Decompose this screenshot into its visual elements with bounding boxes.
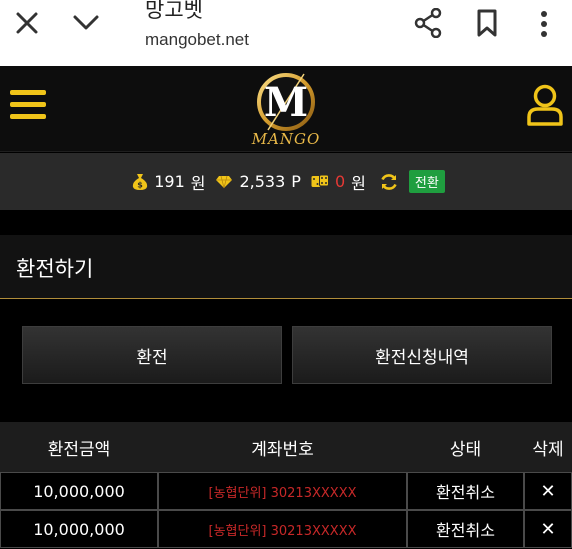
header-amount: 환전금액 <box>47 439 111 460</box>
section-header: 환전하기 <box>0 235 572 299</box>
exchange-button[interactable]: 환전 <box>22 326 282 384</box>
money-unit: 원 <box>190 173 206 193</box>
casino-unit: 원 <box>351 173 366 193</box>
diamond-icon <box>216 175 233 188</box>
casino-value: 0 <box>334 172 346 191</box>
money-balance: $ 191 원 <box>132 170 205 194</box>
browser-toolbar: 망고벳 mangobet.net <box>0 0 572 66</box>
point-value: 2,533 <box>239 172 286 191</box>
logo-text: MANGO <box>251 130 321 148</box>
casino-balance: 0 원 <box>311 170 366 194</box>
page-title: 환전하기 <box>16 257 94 281</box>
share-icon[interactable] <box>414 8 442 38</box>
more-vert-icon[interactable] <box>538 10 550 38</box>
convert-button[interactable]: 전환 <box>408 170 445 193</box>
amount-cell: 10,000,000 <box>0 472 158 510</box>
refresh-icon[interactable] <box>379 172 399 192</box>
status-cell: 환전취소 <box>407 510 524 548</box>
mango-logo[interactable]: M MANGO <box>244 68 328 152</box>
delete-icon[interactable]: ✕ <box>524 510 572 548</box>
point-unit: P <box>291 172 301 191</box>
user-icon[interactable] <box>526 84 564 126</box>
exchange-table: 환전금액 계좌번호 상태 삭제 10,000,000 [농협단위] 30213X… <box>0 422 572 548</box>
exchange-history-button[interactable]: 환전신청내역 <box>292 326 552 384</box>
money-value: 191 <box>154 172 185 191</box>
header-account: 계좌번호 <box>251 439 314 460</box>
account-cell: [농협단위] 30213XXXXX <box>158 472 407 510</box>
header-delete: 삭제 <box>532 439 564 460</box>
browser-url[interactable]: mangobet.net <box>145 30 249 50</box>
delete-icon[interactable]: ✕ <box>524 472 572 510</box>
header-status: 상태 <box>449 439 482 460</box>
chevron-down-icon[interactable] <box>72 12 100 34</box>
browser-page-title: 망고벳 <box>145 0 203 22</box>
menu-icon[interactable] <box>10 90 46 122</box>
point-balance: 2,533 P <box>215 172 301 191</box>
amount-cell: 10,000,000 <box>0 510 158 548</box>
balance-bar: $ 191 원 2,533 P 0 원 전환 <box>0 153 572 210</box>
table-row: 10,000,000 [농협단위] 30213XXXXX 환전취소 ✕ <box>0 510 572 548</box>
dice-icon <box>311 174 329 187</box>
site-header: M MANGO <box>0 66 572 152</box>
table-header: 환전금액 계좌번호 상태 삭제 <box>0 422 572 472</box>
close-icon[interactable] <box>14 10 40 36</box>
account-cell: [농협단위] 30213XXXXX <box>158 510 407 548</box>
svg-text:$: $ <box>137 180 143 189</box>
status-cell: 환전취소 <box>407 472 524 510</box>
money-bag-icon: $ <box>133 173 148 190</box>
logo-emblem-icon: M <box>257 73 315 131</box>
table-row: 10,000,000 [농협단위] 30213XXXXX 환전취소 ✕ <box>0 472 572 510</box>
logo-letter: M <box>264 79 308 126</box>
bookmark-icon[interactable] <box>476 9 498 37</box>
